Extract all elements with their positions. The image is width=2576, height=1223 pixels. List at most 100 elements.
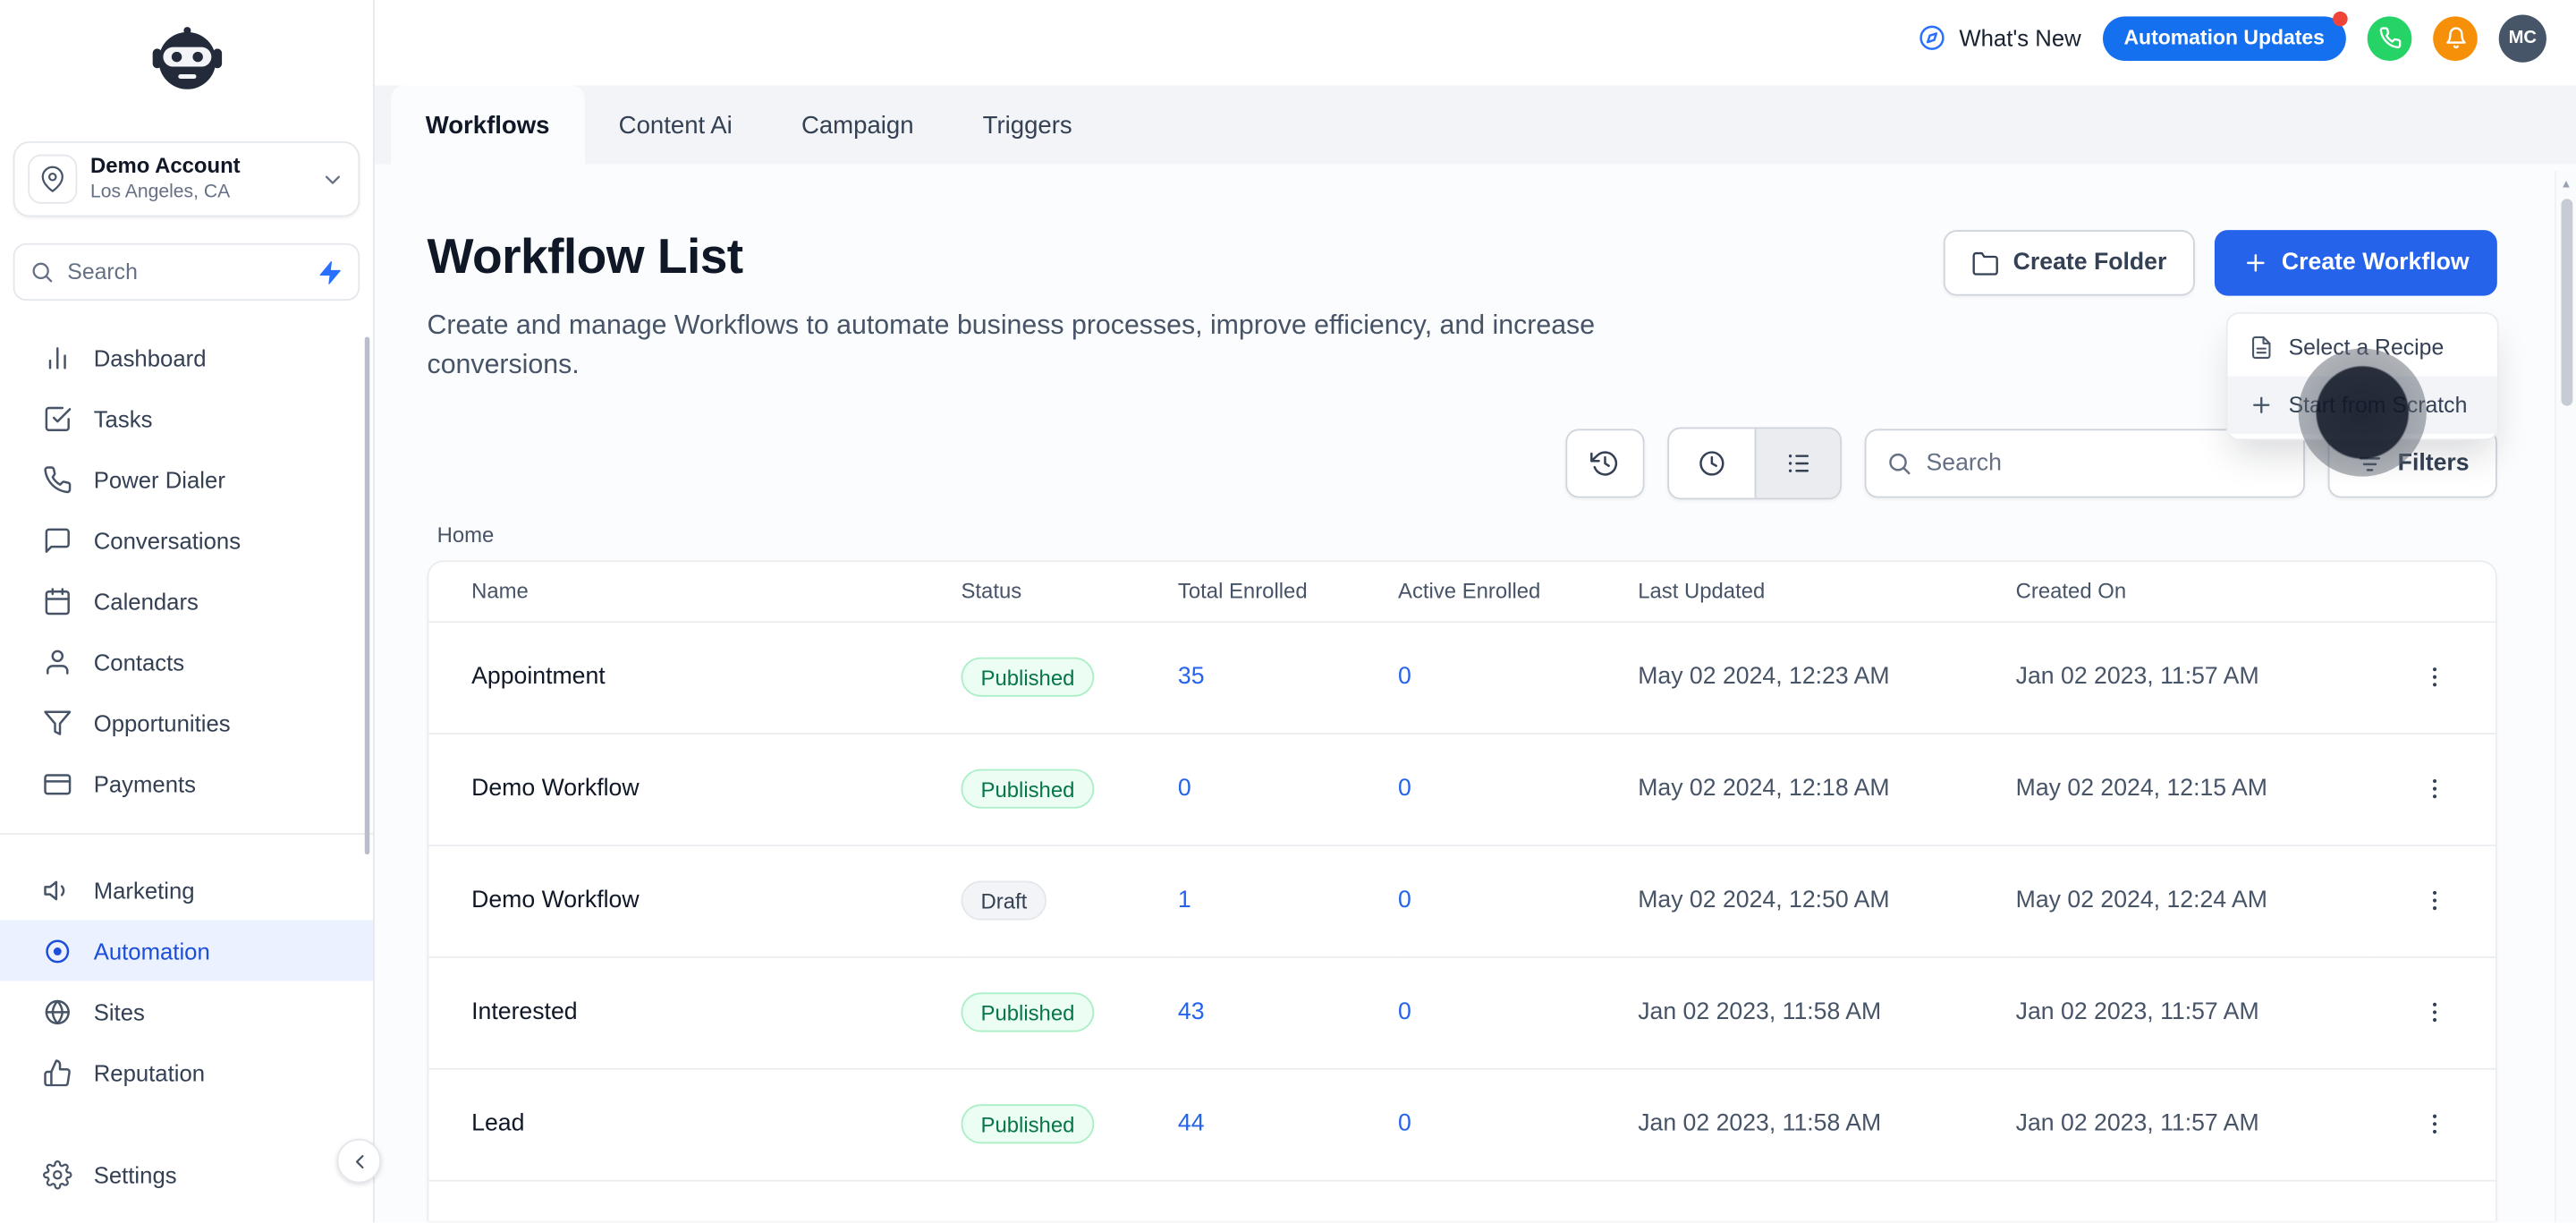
sidebar-item-power-dialer[interactable]: Power Dialer: [0, 449, 373, 510]
sidebar-item-tasks[interactable]: Tasks: [0, 388, 373, 449]
main-area: What's New Automation Updates MC Workflo…: [374, 0, 2576, 1223]
total-enrolled-link[interactable]: 0: [1178, 776, 1191, 802]
menu-item-start-from-scratch[interactable]: Start from Scratch: [2227, 376, 2497, 434]
workflow-name[interactable]: Appointment: [428, 621, 962, 735]
whats-new-label: What's New: [1959, 24, 2081, 51]
create-folder-label: Create Folder: [2012, 250, 2167, 276]
scrollbar-thumb[interactable]: [2561, 199, 2573, 406]
active-enrolled-link[interactable]: 0: [1398, 1111, 1411, 1137]
badge-label: Automation Updates: [2123, 26, 2325, 50]
sidebar-item-marketing[interactable]: Marketing: [0, 860, 373, 921]
sidebar-item-label: Sites: [93, 998, 145, 1025]
table-row[interactable]: Interested Published 43 0 Jan 02 2023, 1…: [428, 955, 2496, 1069]
list-toolbar: Filters: [428, 427, 2497, 500]
workflow-name[interactable]: Lead: [428, 1067, 962, 1181]
whatsapp-phone-icon: [2378, 26, 2402, 49]
chevron-left-icon: [347, 1150, 370, 1173]
history-icon: [1590, 448, 1621, 478]
app-window: Demo Account Los Angeles, CA Dashboard: [0, 0, 2576, 1223]
sidebar-item-dashboard[interactable]: Dashboard: [0, 327, 373, 388]
page-scrollbar[interactable]: ▲: [2555, 171, 2576, 1223]
row-menu-button[interactable]: [2411, 989, 2457, 1035]
sidebar-secondary-group: Marketing Automation Sites Reputation: [0, 833, 373, 1087]
account-switcher[interactable]: Demo Account Los Angeles, CA: [13, 140, 360, 217]
workflow-name[interactable]: Demo Workflow: [428, 733, 962, 845]
list-view-button[interactable]: [1755, 429, 1842, 498]
sidebar-item-automation[interactable]: Automation: [0, 920, 373, 981]
total-enrolled-link[interactable]: 1: [1178, 888, 1191, 913]
sidebar-item-contacts[interactable]: Contacts: [0, 632, 373, 692]
tab-content-ai[interactable]: Content Ai: [584, 86, 767, 165]
total-enrolled-link[interactable]: 35: [1178, 664, 1205, 690]
table-row[interactable]: Demo Workflow Draft 1 0 May 02 2024, 12:…: [428, 845, 2496, 957]
sidebar-item-label: Power Dialer: [93, 465, 225, 493]
header-actions: Create Folder Create Workflow: [1944, 230, 2497, 296]
row-menu-button[interactable]: [2411, 1101, 2457, 1147]
sidebar-item-calendars[interactable]: Calendars: [0, 571, 373, 632]
create-folder-button[interactable]: Create Folder: [1944, 230, 2195, 296]
page-title: Workflow List: [427, 230, 744, 285]
automation-updates-badge[interactable]: Automation Updates: [2102, 10, 2348, 61]
tab-campaign[interactable]: Campaign: [767, 86, 948, 165]
sidebar-item-label: Dashboard: [93, 344, 207, 371]
table-row[interactable]: Lead Published 44 0 Jan 02 2023, 11:58 A…: [428, 1067, 2496, 1181]
row-menu-button[interactable]: [2411, 766, 2457, 811]
account-name: Demo Account: [90, 152, 241, 178]
sidebar-collapse-button[interactable]: [336, 1138, 382, 1184]
status-badge: Draft: [961, 880, 1047, 921]
globe-icon: [43, 997, 72, 1026]
history-button[interactable]: [1566, 429, 1646, 498]
sidebar-item-label: Opportunities: [93, 709, 231, 736]
sidebar-search-input[interactable]: [67, 259, 304, 285]
table-row[interactable]: Demo Workflow Published 0 0 May 02 2024,…: [428, 733, 2496, 845]
user-avatar[interactable]: MC: [2498, 13, 2546, 62]
menu-item-select-recipe[interactable]: Select a Recipe: [2228, 318, 2497, 376]
tab-workflows[interactable]: Workflows: [391, 85, 585, 165]
breadcrumb[interactable]: Home: [428, 522, 2497, 548]
table-row[interactable]: Appointment Published 35 0 May 02 2024, …: [428, 621, 2496, 735]
whats-new-button[interactable]: What's New: [1917, 23, 2081, 53]
scroll-up-arrow-icon[interactable]: ▲: [2556, 171, 2576, 191]
whatsapp-button[interactable]: [2367, 15, 2412, 61]
sidebar-item-conversations[interactable]: Conversations: [0, 510, 373, 571]
row-menu-button[interactable]: [2411, 654, 2457, 700]
active-enrolled-link[interactable]: 0: [1398, 776, 1411, 802]
sidebar-item-sites[interactable]: Sites: [0, 981, 373, 1042]
notification-dot: [2333, 10, 2348, 26]
notifications-button[interactable]: [2433, 15, 2478, 61]
tab-triggers[interactable]: Triggers: [948, 86, 1106, 165]
sidebar-item-payments[interactable]: Payments: [0, 753, 373, 814]
avatar-initials: MC: [2508, 28, 2537, 48]
status-badge: Published: [961, 657, 1095, 697]
sidebar-item-label: Marketing: [93, 877, 195, 904]
active-enrolled-link[interactable]: 0: [1398, 664, 1411, 690]
row-menu-button[interactable]: [2411, 878, 2457, 923]
workflow-name[interactable]: Demo Workflow: [428, 845, 962, 957]
active-enrolled-link[interactable]: 0: [1398, 888, 1411, 913]
sidebar-footer: Settings: [0, 1134, 373, 1223]
sidebar-scrollbar-thumb[interactable]: [364, 336, 370, 855]
page-subtitle: Create and manage Workflows to automate …: [427, 310, 1596, 380]
quick-actions-bolt-icon[interactable]: [317, 259, 343, 285]
compass-icon: [1917, 23, 1946, 53]
robot-logo-icon: [151, 27, 222, 89]
chat-icon: [43, 525, 72, 555]
sidebar-nav: Dashboard Tasks Power Dialer Conversatio…: [0, 327, 373, 1087]
sidebar-item-label: Automation: [93, 938, 210, 964]
total-enrolled-link[interactable]: 43: [1178, 999, 1205, 1025]
clock-icon: [1698, 448, 1727, 478]
create-workflow-button[interactable]: Create Workflow: [2214, 230, 2497, 296]
sidebar-item-reputation[interactable]: Reputation: [0, 1042, 373, 1087]
sidebar-item-opportunities[interactable]: Opportunities: [0, 692, 373, 753]
recent-view-button[interactable]: [1670, 429, 1756, 497]
sidebar-item-settings[interactable]: Settings: [0, 1151, 373, 1200]
column-total-enrolled: Total Enrolled: [1177, 562, 1399, 623]
tasks-check-icon: [43, 403, 72, 433]
table-header-row: Name Status Total Enrolled Active Enroll…: [428, 562, 2496, 623]
workflow-name[interactable]: Interested: [428, 955, 962, 1069]
active-enrolled-link[interactable]: 0: [1398, 999, 1411, 1025]
table-search-input[interactable]: [1926, 450, 2284, 477]
total-enrolled-link[interactable]: 44: [1178, 1111, 1205, 1137]
folder-icon: [1972, 249, 2000, 276]
created-on: May 02 2024, 12:15 AM: [2015, 733, 2371, 845]
